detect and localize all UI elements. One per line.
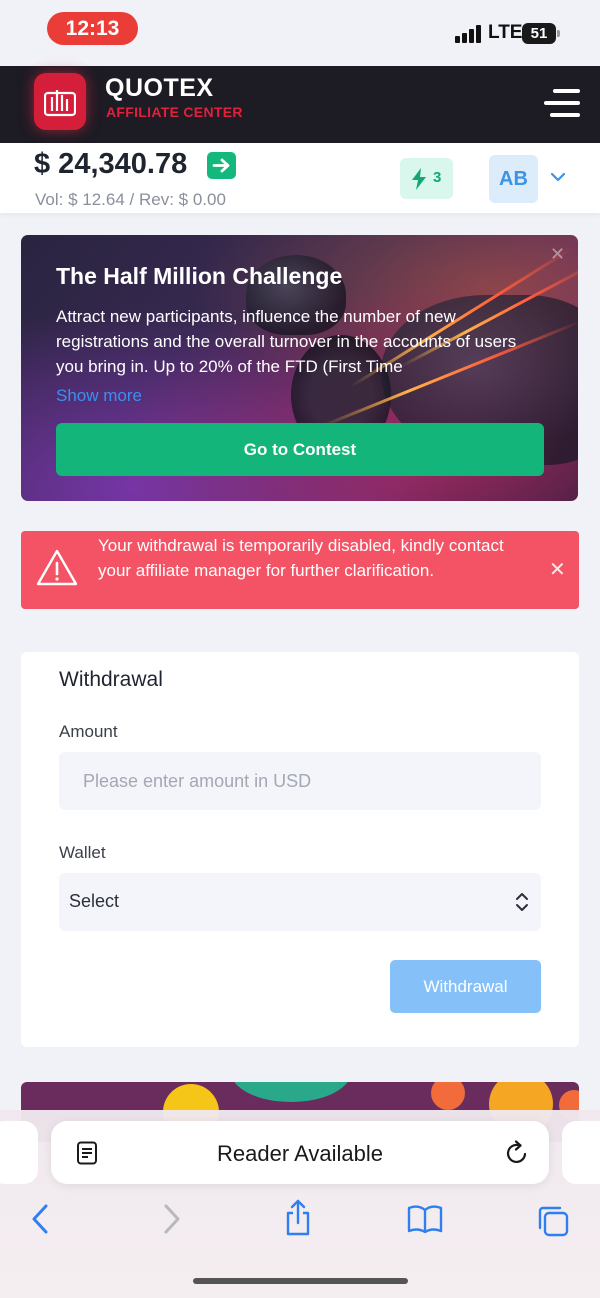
safari-toolbar: Reader Available	[0, 1110, 600, 1298]
withdrawal-card: Withdrawal Amount Wallet Select Withdraw…	[21, 652, 579, 1047]
promo-banner: ✕ The Half Million Challenge Attract new…	[21, 235, 578, 501]
forward-icon[interactable]	[160, 1203, 182, 1235]
network-label: LTE	[488, 22, 523, 43]
reader-available-label: Reader Available	[217, 1141, 383, 1166]
bolt-icon	[412, 168, 426, 190]
battery-cap	[557, 30, 560, 37]
promo-close-icon[interactable]: ✕	[550, 244, 565, 265]
signal-icon	[455, 25, 483, 43]
status-bar: 12:13 LTE 51	[0, 0, 600, 66]
app-header: QUOTEX AFFILIATE CENTER	[0, 66, 600, 143]
alert-message: Your withdrawal is temporarily disabled,…	[98, 536, 504, 580]
wallet-select-value: Select	[69, 891, 120, 911]
bolt-count: 3	[433, 169, 442, 186]
quotex-logo[interactable]	[34, 73, 86, 130]
hamburger-menu-icon[interactable]	[544, 89, 580, 119]
wallet-select[interactable]: Select	[59, 873, 541, 931]
show-more-link[interactable]: Show more	[56, 386, 142, 406]
back-icon[interactable]	[30, 1203, 52, 1235]
amount-input[interactable]	[59, 752, 541, 810]
alert-close-icon[interactable]: ✕	[549, 557, 566, 582]
volume-revenue-stats: Vol: $ 12.64 / Rev: $ 0.00	[35, 190, 226, 209]
address-bar[interactable]: Reader Available	[51, 1121, 549, 1184]
next-tab-preview[interactable]	[562, 1121, 600, 1184]
bolt-badge[interactable]: 3	[400, 158, 453, 199]
chevron-down-icon[interactable]	[550, 171, 566, 183]
share-icon[interactable]	[283, 1199, 313, 1237]
withdrawal-title: Withdrawal	[59, 668, 163, 691]
withdrawal-button[interactable]: Withdrawal	[390, 960, 541, 1013]
tabs-icon[interactable]	[536, 1204, 570, 1238]
previous-tab-preview[interactable]	[0, 1121, 38, 1184]
logo-icon	[44, 90, 76, 117]
balance-amount: $ 24,340.78	[34, 148, 188, 180]
promo-title: The Half Million Challenge	[56, 263, 343, 289]
reload-icon[interactable]	[505, 1140, 529, 1166]
withdrawal-disabled-alert: Your withdrawal is temporarily disabled,…	[21, 531, 579, 609]
balance-arrow-button[interactable]	[207, 152, 236, 179]
banner-decoration	[231, 1082, 351, 1102]
arrow-right-icon	[212, 158, 230, 173]
amount-label: Amount	[59, 722, 118, 741]
wallet-label: Wallet	[59, 843, 106, 862]
select-arrows-icon	[516, 893, 528, 911]
home-indicator	[193, 1278, 408, 1284]
go-to-contest-button[interactable]: Go to Contest	[56, 423, 544, 476]
brand-name: QUOTEX	[105, 74, 214, 102]
warning-icon	[36, 549, 78, 586]
avatar[interactable]: AB	[489, 155, 538, 203]
banner-decoration	[431, 1082, 465, 1110]
bookmarks-icon[interactable]	[406, 1204, 444, 1234]
status-time: 12:13	[47, 12, 138, 45]
battery-icon: 51	[522, 23, 556, 44]
promo-description: Attract new participants, influence the …	[56, 307, 517, 376]
brand-subtitle: AFFILIATE CENTER	[106, 104, 243, 120]
